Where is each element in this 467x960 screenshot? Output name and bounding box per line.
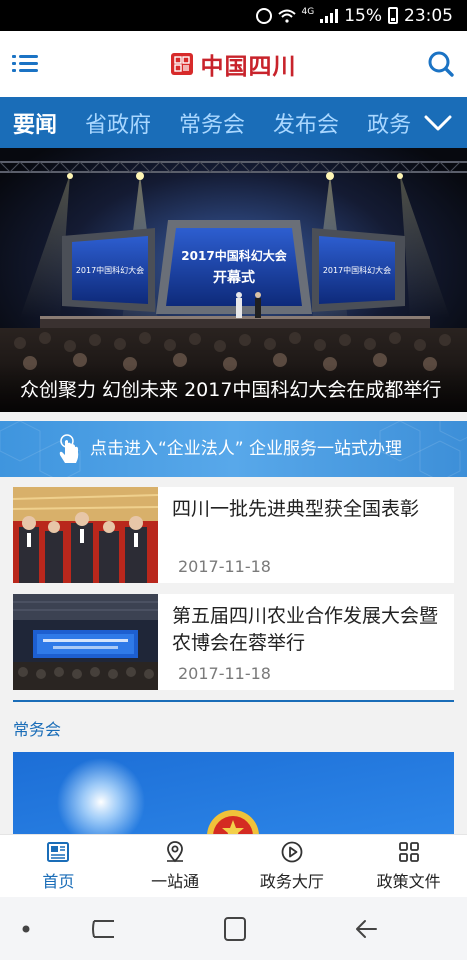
- channel-tabs: 要闻 省政府 常务会 发布会 政务: [0, 97, 467, 148]
- bottom-navigation: 首页 一站通 政务大厅 政策文件: [0, 834, 467, 897]
- grid-icon: [398, 842, 419, 862]
- tab-press-conference[interactable]: 发布会: [273, 107, 339, 139]
- section-divider: [13, 700, 454, 702]
- news-title: 四川一批先进典型获全国表彰: [172, 498, 420, 520]
- stage-screen-subtitle: 开幕式: [213, 269, 255, 286]
- signal-icon: [320, 8, 339, 23]
- stage-screen-title: 2017中国科幻大会: [181, 248, 287, 263]
- news-date: 2017-11-18: [178, 557, 271, 576]
- alarm-icon: [255, 7, 272, 24]
- hero-carousel[interactable]: 2017中国科幻大会 开幕式 2017中国科幻大会 2017中国科幻大会 众创聚…: [0, 148, 467, 412]
- nav-home[interactable]: 首页: [0, 835, 117, 897]
- left-screen-text: 2017中国科幻大会: [76, 265, 144, 275]
- app-logo: 中国四川: [170, 47, 297, 81]
- home-button-icon[interactable]: [215, 909, 255, 949]
- menu-icon[interactable]: [12, 53, 38, 75]
- search-icon[interactable]: [427, 50, 455, 78]
- chevron-down-icon: [424, 115, 452, 130]
- battery-icon: [388, 7, 398, 24]
- clock: 23:05: [404, 5, 453, 26]
- tabs-expand-button[interactable]: [409, 97, 467, 148]
- app-header: 中国四川: [0, 31, 467, 97]
- app-title: 中国四川: [200, 54, 297, 80]
- hand-tap-icon: [59, 434, 79, 463]
- news-thumbnail: [13, 487, 158, 583]
- nav-label: 一站通: [151, 872, 200, 891]
- app-screen: 4G 15% 23:05 中国四川 要闻 省政府 常务会 发布会 政务 2017…: [0, 0, 467, 960]
- news-title: 第五届四川农业合作发展大会暨农博会在蓉举行: [172, 605, 439, 654]
- banner-text: 点击进入“企业法人” 企业服务一站式办理: [90, 439, 403, 459]
- logo-seal-icon: [170, 53, 193, 75]
- play-circle-icon: [281, 841, 303, 863]
- wifi-icon: [277, 9, 296, 23]
- tab-provincial-government[interactable]: 省政府: [85, 107, 151, 139]
- tab-government-affairs[interactable]: 政务: [367, 107, 411, 139]
- section-title[interactable]: 常务会: [13, 716, 61, 740]
- nav-policy-documents[interactable]: 政策文件: [350, 835, 467, 897]
- system-navigation-bar: [0, 897, 467, 960]
- right-screen-text: 2017中国科幻大会: [323, 265, 391, 275]
- nav-one-stop[interactable]: 一站通: [117, 835, 234, 897]
- news-date: 2017-11-18: [178, 664, 271, 683]
- dot-indicator-icon: [22, 925, 30, 933]
- battery-percent: 15%: [344, 5, 382, 26]
- nav-label: 政务大厅: [259, 872, 324, 891]
- back-arrow-icon[interactable]: [348, 909, 388, 949]
- news-thumbnail: [13, 594, 158, 690]
- nav-label: 政策文件: [376, 872, 441, 891]
- news-list-item[interactable]: 第五届四川农业合作发展大会暨农博会在蓉举行 2017-11-18: [13, 594, 454, 690]
- status-bar: 4G 15% 23:05: [0, 0, 467, 31]
- nav-label: 首页: [42, 872, 75, 891]
- location-pin-icon: [167, 841, 184, 863]
- enterprise-service-banner[interactable]: 点击进入“企业法人” 企业服务一站式办理: [0, 421, 467, 477]
- nav-service-hall[interactable]: 政务大厅: [234, 835, 351, 897]
- newspaper-icon: [47, 842, 70, 862]
- tab-headlines[interactable]: 要闻: [13, 107, 57, 139]
- news-list-item[interactable]: 四川一批先进典型获全国表彰 2017-11-18: [13, 487, 454, 583]
- hero-caption: 众创聚力 幻创未来 2017中国科幻大会在成都举行: [0, 364, 467, 412]
- tab-executive-meeting[interactable]: 常务会: [179, 107, 245, 139]
- recent-apps-icon[interactable]: [86, 911, 122, 947]
- hero-caption-text: 众创聚力 幻创未来 2017中国科幻大会在成都举行: [20, 378, 442, 401]
- network-type: 4G: [301, 6, 315, 17]
- section-feature-image[interactable]: [13, 752, 454, 836]
